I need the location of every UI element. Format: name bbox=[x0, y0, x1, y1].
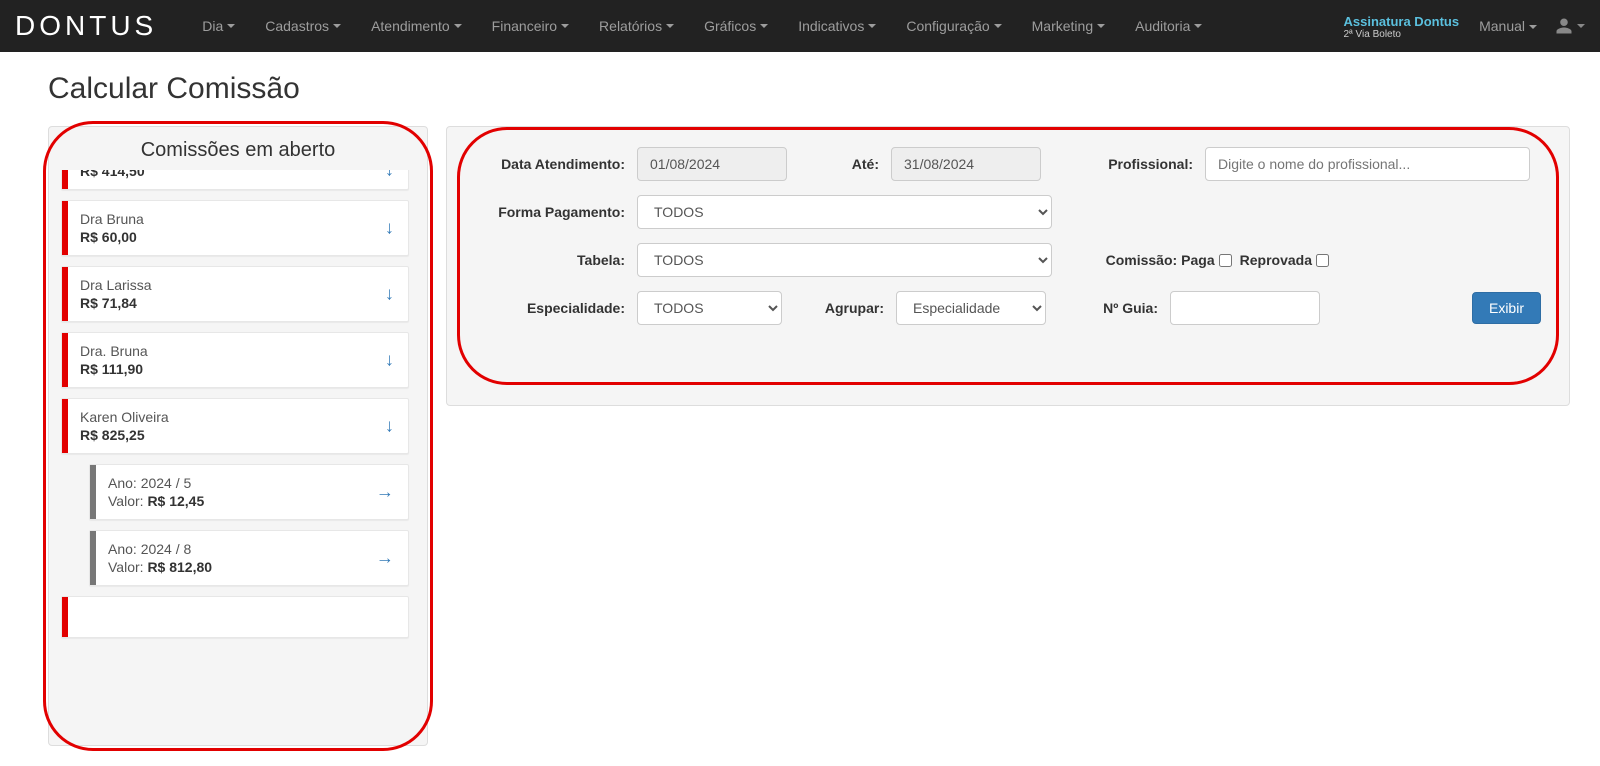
caret-icon bbox=[868, 24, 876, 28]
agrupar-label: Agrupar: bbox=[794, 300, 884, 316]
commission-sub-card[interactable]: Ano: 2024 / 8 Valor: R$ 812,80 → bbox=[89, 530, 409, 586]
especialidade-select[interactable]: TODOS bbox=[637, 291, 782, 325]
caret-icon bbox=[1097, 24, 1105, 28]
nav-item-dia[interactable]: Dia bbox=[187, 0, 250, 52]
boleto-text: 2ª Via Boleto bbox=[1344, 29, 1460, 40]
filter-panel: Data Atendimento: Até: Profissional: For… bbox=[446, 126, 1570, 406]
caret-icon bbox=[994, 24, 1002, 28]
page-title: Calcular Comissão bbox=[48, 72, 1570, 106]
caret-icon bbox=[561, 24, 569, 28]
caret-icon bbox=[760, 24, 768, 28]
expand-down-icon[interactable]: ↓ bbox=[385, 170, 394, 181]
commission-value: R$ 111,90 bbox=[80, 361, 396, 377]
nav-item-cadastros[interactable]: Cadastros bbox=[250, 0, 356, 52]
assinatura-link[interactable]: Assinatura Dontus 2ª Via Boleto bbox=[1344, 13, 1460, 40]
nav-item-indicativos[interactable]: Indicativos bbox=[783, 0, 891, 52]
profissional-label: Profissional: bbox=[1053, 156, 1193, 172]
caret-icon bbox=[1577, 24, 1585, 28]
commission-card[interactable]: Karen Oliveira R$ 825,25 ↓ bbox=[61, 398, 409, 454]
user-icon bbox=[1555, 17, 1573, 35]
arrow-right-icon[interactable]: → bbox=[376, 482, 394, 503]
commission-card[interactable]: Dra Larissa R$ 71,84 ↓ bbox=[61, 266, 409, 322]
sidebar-title: Comissões em aberto bbox=[61, 135, 415, 170]
forma-pagamento-label: Forma Pagamento: bbox=[475, 204, 625, 220]
caret-icon bbox=[1529, 25, 1537, 29]
caret-icon bbox=[1194, 24, 1202, 28]
commission-name: Dra. Bruna bbox=[80, 343, 396, 359]
caret-icon bbox=[454, 24, 462, 28]
data-atendimento-input[interactable] bbox=[637, 147, 787, 181]
ate-label: Até: bbox=[799, 156, 879, 172]
commission-card[interactable]: R$ 414,50 ↓ bbox=[61, 170, 409, 190]
nav-item-configuracao[interactable]: Configuração bbox=[891, 0, 1016, 52]
guia-input[interactable] bbox=[1170, 291, 1320, 325]
data-atendimento-label: Data Atendimento: bbox=[475, 156, 625, 172]
caret-icon bbox=[227, 24, 235, 28]
sidebar-list[interactable]: R$ 414,50 ↓ Dra Bruna R$ 60,00 ↓ bbox=[61, 170, 415, 725]
guia-label: Nº Guia: bbox=[1058, 300, 1158, 316]
assinatura-text: Assinatura Dontus bbox=[1344, 14, 1460, 29]
commission-name: Dra Larissa bbox=[80, 277, 396, 293]
arrow-right-icon[interactable]: → bbox=[376, 548, 394, 569]
ate-input[interactable] bbox=[891, 147, 1041, 181]
commission-sub-card[interactable]: Ano: 2024 / 5 Valor: R$ 12,45 → bbox=[89, 464, 409, 520]
nav-menu: Dia Cadastros Atendimento Financeiro Rel… bbox=[187, 0, 1217, 52]
exibir-button[interactable]: Exibir bbox=[1472, 292, 1541, 324]
paga-checkbox[interactable] bbox=[1219, 254, 1232, 267]
commission-value: R$ 414,50 bbox=[80, 170, 396, 179]
sidebar-panel: Comissões em aberto R$ 414,50 ↓ Dra Brun… bbox=[48, 126, 428, 746]
commission-name: Karen Oliveira bbox=[80, 409, 396, 425]
expand-down-icon[interactable]: ↓ bbox=[385, 218, 394, 239]
comissao-checkbox-group: Comissão: Paga Reprovada bbox=[1106, 252, 1329, 268]
commission-card[interactable]: Dra Bruna R$ 60,00 ↓ bbox=[61, 200, 409, 256]
commission-card[interactable] bbox=[61, 596, 409, 638]
brand-logo[interactable]: DONTUS bbox=[15, 10, 157, 42]
agrupar-select[interactable]: Especialidade bbox=[896, 291, 1046, 325]
brand-text: DONTUS bbox=[15, 10, 157, 41]
tabela-label: Tabela: bbox=[475, 252, 625, 268]
forma-pagamento-select[interactable]: TODOS bbox=[637, 195, 1052, 229]
top-navbar: DONTUS Dia Cadastros Atendimento Finance… bbox=[0, 0, 1600, 52]
nav-item-relatorios[interactable]: Relatórios bbox=[584, 0, 689, 52]
profissional-input[interactable] bbox=[1205, 147, 1530, 181]
commission-value: R$ 825,25 bbox=[80, 427, 396, 443]
caret-icon bbox=[333, 24, 341, 28]
commission-value: R$ 60,00 bbox=[80, 229, 396, 245]
expand-down-icon[interactable]: ↓ bbox=[385, 350, 394, 371]
nav-item-financeiro[interactable]: Financeiro bbox=[477, 0, 584, 52]
user-menu[interactable] bbox=[1555, 17, 1585, 35]
nav-item-atendimento[interactable]: Atendimento bbox=[356, 0, 477, 52]
commission-value: R$ 71,84 bbox=[80, 295, 396, 311]
manual-link[interactable]: Manual bbox=[1479, 18, 1537, 34]
expand-down-icon[interactable]: ↓ bbox=[385, 284, 394, 305]
tabela-select[interactable]: TODOS bbox=[637, 243, 1052, 277]
nav-item-marketing[interactable]: Marketing bbox=[1017, 0, 1120, 52]
reprovada-checkbox[interactable] bbox=[1316, 254, 1329, 267]
especialidade-label: Especialidade: bbox=[475, 300, 625, 316]
commission-name: Dra Bruna bbox=[80, 211, 396, 227]
expand-down-icon[interactable]: ↓ bbox=[385, 416, 394, 437]
commission-card[interactable]: Dra. Bruna R$ 111,90 ↓ bbox=[61, 332, 409, 388]
nav-item-graficos[interactable]: Gráficos bbox=[689, 0, 783, 52]
caret-icon bbox=[666, 24, 674, 28]
nav-item-auditoria[interactable]: Auditoria bbox=[1120, 0, 1217, 52]
